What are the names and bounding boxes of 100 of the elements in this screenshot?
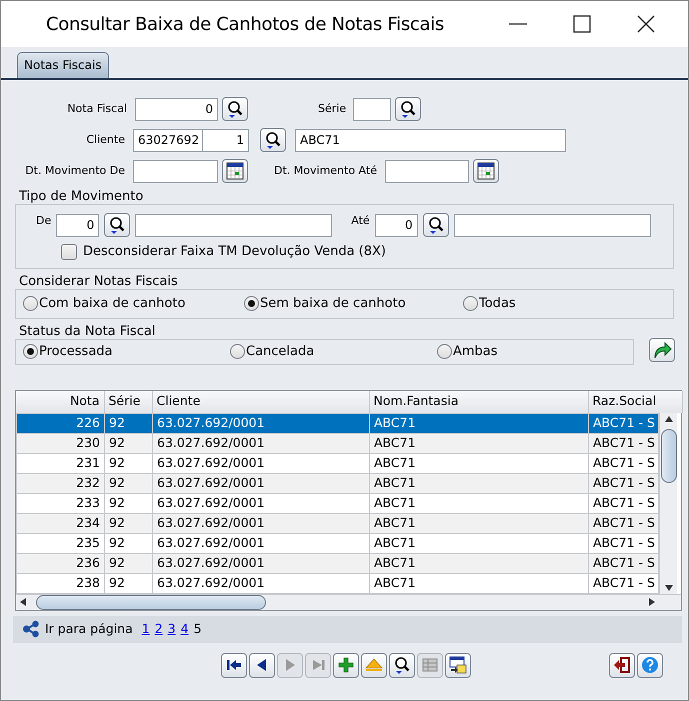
table-cell: ABC71 - S: [588, 433, 658, 453]
radio-label: Com baixa de canhoto: [39, 294, 186, 313]
search-button[interactable]: [395, 97, 422, 121]
window-export-icon: [448, 655, 468, 675]
table-row[interactable]: 226 92 63.027.692/0001 ABC71 ABC71 - S: [16, 413, 658, 433]
table-cell: 63.027.692/0001: [152, 473, 370, 493]
table-cell: ABC71: [370, 473, 588, 493]
add-button[interactable]: [333, 652, 359, 678]
search-button[interactable]: [389, 652, 415, 678]
table-cell: 63.027.692/0001: [152, 433, 370, 453]
page-link[interactable]: 1: [142, 620, 150, 638]
input-field[interactable]: [135, 214, 332, 236]
window-title: Consultar Baixa de Canhotos de Notas Fiscais: [46, 12, 444, 36]
table-cell: 230: [16, 433, 104, 453]
input-field[interactable]: [454, 214, 651, 236]
radio-button[interactable]: [23, 344, 38, 359]
field-label: Dt. Movimento Até: [274, 162, 377, 179]
table-cell: 63.027.692/0001: [152, 453, 370, 473]
input-field[interactable]: 0: [374, 214, 418, 236]
table-row[interactable]: 238 92 63.027.692/0001 ABC71 ABC71 - S: [16, 573, 658, 593]
field-label: Nota Fiscal: [66, 100, 127, 117]
table-cell: 92: [104, 513, 152, 533]
export-button[interactable]: [445, 652, 471, 678]
table-row[interactable]: 230 92 63.027.692/0001 ABC71 ABC71 - S: [16, 433, 658, 453]
search-icon: [392, 655, 412, 675]
search-button[interactable]: [422, 213, 449, 237]
input-field[interactable]: 0: [135, 98, 218, 120]
table-cell: 92: [104, 493, 152, 513]
radio-button[interactable]: [463, 296, 478, 311]
checkbox-label: Desconsiderar Faixa TM Devolução Venda (8X): [83, 243, 386, 261]
help-icon: [640, 655, 660, 675]
apply-button[interactable]: [649, 338, 675, 362]
radio-button[interactable]: [230, 344, 245, 359]
table-row[interactable]: 233 92 63.027.692/0001 ABC71 ABC71 - S: [16, 493, 658, 513]
input-field[interactable]: [133, 160, 218, 182]
eject-button[interactable]: [361, 652, 387, 678]
calendar-icon: [225, 161, 245, 181]
table-cell: 63.027.692/0001: [152, 413, 370, 433]
table-cell: 235: [16, 533, 104, 553]
scrollbar-thumb[interactable]: [660, 428, 676, 482]
search-icon: [263, 130, 283, 150]
page-link[interactable]: 3: [168, 620, 176, 638]
curved-arrow-icon: [652, 340, 672, 360]
help-button[interactable]: [637, 652, 663, 678]
radio-button[interactable]: [244, 296, 259, 311]
table-row[interactable]: 236 92 63.027.692/0001 ABC71 ABC71 - S: [16, 553, 658, 573]
input-field[interactable]: [384, 160, 469, 182]
table-cell: 92: [104, 533, 152, 553]
field-label: De: [36, 213, 52, 229]
tab[interactable]: Notas Fiscais: [17, 52, 109, 78]
table-cell: 231: [16, 453, 104, 473]
search-button[interactable]: [104, 213, 130, 237]
column-header[interactable]: Nom.Fantasia: [369, 390, 588, 412]
table-cell: 226: [16, 413, 104, 433]
table-row[interactable]: 232 92 63.027.692/0001 ABC71 ABC71 - S: [16, 473, 658, 493]
radio-button[interactable]: [437, 344, 452, 359]
column-header[interactable]: Nota: [16, 390, 104, 412]
share-icon: [22, 620, 40, 638]
table-cell: 92: [104, 433, 152, 453]
table-cell: 233: [16, 493, 104, 513]
table-row[interactable]: 235 92 63.027.692/0001 ABC71 ABC71 - S: [16, 533, 658, 553]
search-button[interactable]: [260, 128, 286, 152]
exit-icon: [612, 655, 632, 675]
table-cell: 63.027.692/0001: [152, 513, 370, 533]
pagination-label: Ir para página: [45, 620, 133, 638]
radio-label: Ambas: [453, 342, 498, 361]
input-field[interactable]: 63027692: [133, 128, 203, 152]
calendar-button[interactable]: [472, 159, 499, 183]
input-field[interactable]: 0: [56, 214, 100, 236]
column-header[interactable]: Raz.Social: [588, 390, 682, 412]
table-row[interactable]: 231 92 63.027.692/0001 ABC71 ABC71 - S: [16, 453, 658, 473]
table-cell: ABC71 - S: [588, 513, 658, 533]
page-link[interactable]: 2: [154, 620, 163, 638]
search-button[interactable]: [222, 97, 248, 121]
field-label: Até: [351, 213, 370, 229]
checkbox[interactable]: [61, 244, 77, 260]
search-icon: [225, 99, 245, 119]
input-field[interactable]: [353, 98, 392, 120]
calendar-button[interactable]: [222, 159, 248, 183]
radio-button[interactable]: [23, 296, 38, 311]
table-cell: ABC71 - S: [588, 473, 658, 493]
previous-button[interactable]: [249, 652, 275, 678]
table-row[interactable]: 234 92 63.027.692/0001 ABC71 ABC71 - S: [16, 513, 658, 533]
first-button[interactable]: [221, 652, 247, 678]
group-title: Tipo de Movimento: [19, 189, 144, 204]
column-header[interactable]: Série: [104, 390, 152, 412]
page-link[interactable]: 4: [180, 620, 189, 638]
input-field[interactable]: ABC71: [295, 128, 566, 152]
group-title: Status da Nota Fiscal: [19, 324, 156, 338]
plus-icon: [336, 655, 356, 675]
scrollbar-thumb[interactable]: [36, 594, 266, 610]
calendar-icon: [476, 161, 496, 181]
table-cell: ABC71: [370, 453, 588, 473]
radio-label: Processada: [39, 342, 112, 361]
radio-label: Sem baixa de canhoto: [260, 294, 406, 313]
table-cell: 238: [16, 573, 104, 593]
exit-button[interactable]: [609, 652, 635, 678]
input-field[interactable]: 1: [202, 128, 249, 152]
group-title: Considerar Notas Fiscais: [19, 274, 179, 288]
column-header[interactable]: Cliente: [152, 390, 369, 412]
